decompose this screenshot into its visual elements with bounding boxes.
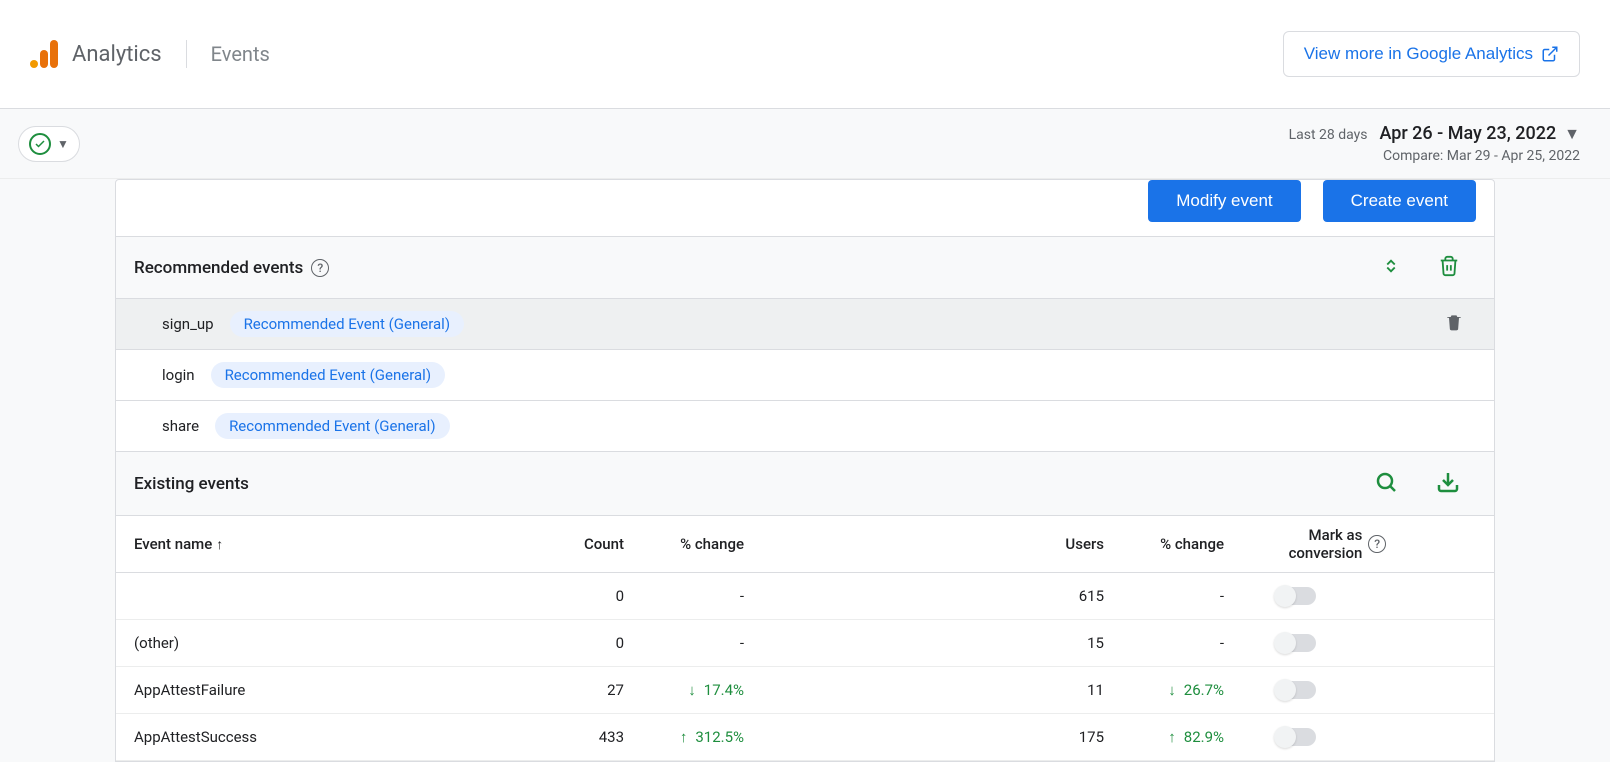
table-row[interactable]: AppAttestSuccess433↑312.5%175↑82.9% [116, 714, 1494, 761]
view-more-label: View more in Google Analytics [1304, 44, 1533, 64]
table-row[interactable]: (other)0-15- [116, 620, 1494, 667]
recommended-title: Recommended events [134, 258, 303, 278]
col-change-users[interactable]: % change [1104, 535, 1234, 553]
recommended-row[interactable]: login Recommended Event (General) [116, 350, 1494, 401]
date-range-picker[interactable]: Last 28 days Apr 26 - May 23, 2022 ▼ Com… [1289, 123, 1580, 164]
delete-row-button[interactable] [1444, 312, 1464, 336]
recommended-row[interactable]: sign_up Recommended Event (General) [116, 299, 1494, 350]
brand-block: Analytics Events [30, 40, 270, 68]
check-circle-icon [29, 133, 51, 155]
cell-users: 11 [754, 681, 1104, 699]
table-row[interactable]: 0-615- [116, 573, 1494, 620]
delete-all-button[interactable] [1434, 251, 1464, 284]
existing-title: Existing events [134, 474, 249, 494]
cell-change-users: - [1104, 587, 1234, 605]
cell-event-name: AppAttestFailure [134, 681, 504, 699]
download-icon [1436, 470, 1460, 494]
cell-change-count: - [624, 634, 754, 652]
top-bar: Analytics Events View more in Google Ana… [0, 0, 1610, 109]
brand-label: Analytics [72, 42, 162, 67]
col-count[interactable]: Count [504, 535, 624, 553]
cell-users: 615 [754, 587, 1104, 605]
panel-actions: Modify event Create event [116, 180, 1494, 237]
status-filter-chip[interactable]: ▼ [18, 126, 80, 162]
download-button[interactable] [1432, 466, 1464, 501]
recommended-header: Recommended events ? [116, 237, 1494, 299]
date-range-label: Apr 26 - May 23, 2022 [1379, 123, 1556, 144]
existing-header: Existing events [116, 452, 1494, 516]
sort-toggle-button[interactable] [1378, 252, 1404, 283]
sort-icon [1382, 256, 1400, 276]
modify-event-button[interactable]: Modify event [1148, 180, 1300, 222]
view-more-button[interactable]: View more in Google Analytics [1283, 31, 1580, 77]
recommended-badge: Recommended Event (General) [230, 311, 464, 337]
breadcrumb: Events [211, 42, 270, 66]
divider [186, 40, 187, 68]
date-compare-label: Compare: Mar 29 - Apr 25, 2022 [1289, 148, 1580, 164]
col-users[interactable]: Users [754, 535, 1104, 553]
col-event-name[interactable]: Event name ↑ [134, 535, 504, 553]
events-panel: Modify event Create event Recommended ev… [115, 179, 1495, 762]
arrow-up-icon: ↑ [1168, 728, 1176, 746]
recommended-event-name: sign_up [162, 315, 214, 333]
cell-event-name: (other) [134, 634, 504, 652]
filter-bar: ▼ Last 28 days Apr 26 - May 23, 2022 ▼ C… [0, 109, 1610, 179]
arrow-down-icon: ↓ [1168, 681, 1176, 699]
open-external-icon [1541, 45, 1559, 63]
help-icon[interactable]: ? [311, 259, 329, 277]
col-change-count[interactable]: % change [624, 535, 754, 553]
cell-count: 0 [504, 587, 624, 605]
table-body: 0-615-(other)0-15-AppAttestFailure27↓17.… [116, 573, 1494, 761]
table-row[interactable]: AppAttestFailure27↓17.4%11↓26.7% [116, 667, 1494, 714]
analytics-logo-icon [30, 40, 58, 68]
col-mark-conversion: Mark as conversion ? [1234, 526, 1476, 562]
conversion-toggle[interactable] [1276, 681, 1316, 699]
recommended-event-name: login [162, 366, 195, 384]
sort-asc-icon: ↑ [216, 536, 223, 553]
cell-event-name: AppAttestSuccess [134, 728, 504, 746]
cell-change-users: ↓26.7% [1104, 681, 1234, 699]
conversion-toggle[interactable] [1276, 587, 1316, 605]
content-area: Modify event Create event Recommended ev… [0, 179, 1610, 762]
table-header: Event name ↑ Count % change Users % chan… [116, 516, 1494, 573]
search-icon [1374, 470, 1398, 494]
cell-change-users: - [1104, 634, 1234, 652]
conversion-toggle[interactable] [1276, 728, 1316, 746]
cell-count: 433 [504, 728, 624, 746]
recommended-event-name: share [162, 417, 199, 435]
cell-change-count: - [624, 587, 754, 605]
cell-count: 0 [504, 634, 624, 652]
cell-change-count: ↑312.5% [624, 728, 754, 746]
arrow-down-icon: ↓ [688, 681, 696, 699]
cell-users: 175 [754, 728, 1104, 746]
cell-change-count: ↓17.4% [624, 681, 754, 699]
trash-icon [1444, 312, 1464, 332]
search-button[interactable] [1370, 466, 1402, 501]
trash-icon [1438, 255, 1460, 277]
recommended-list: sign_up Recommended Event (General) login R… [116, 299, 1494, 452]
recommended-badge: Recommended Event (General) [211, 362, 445, 388]
chevron-down-icon: ▼ [1564, 124, 1580, 144]
recommended-badge: Recommended Event (General) [215, 413, 449, 439]
arrow-up-icon: ↑ [680, 728, 688, 746]
cell-count: 27 [504, 681, 624, 699]
recommended-row[interactable]: share Recommended Event (General) [116, 401, 1494, 452]
conversion-toggle[interactable] [1276, 634, 1316, 652]
help-icon[interactable]: ? [1368, 535, 1386, 553]
chevron-down-icon: ▼ [57, 137, 69, 151]
create-event-button[interactable]: Create event [1323, 180, 1476, 222]
period-label: Last 28 days [1289, 127, 1368, 143]
cell-users: 15 [754, 634, 1104, 652]
cell-change-users: ↑82.9% [1104, 728, 1234, 746]
